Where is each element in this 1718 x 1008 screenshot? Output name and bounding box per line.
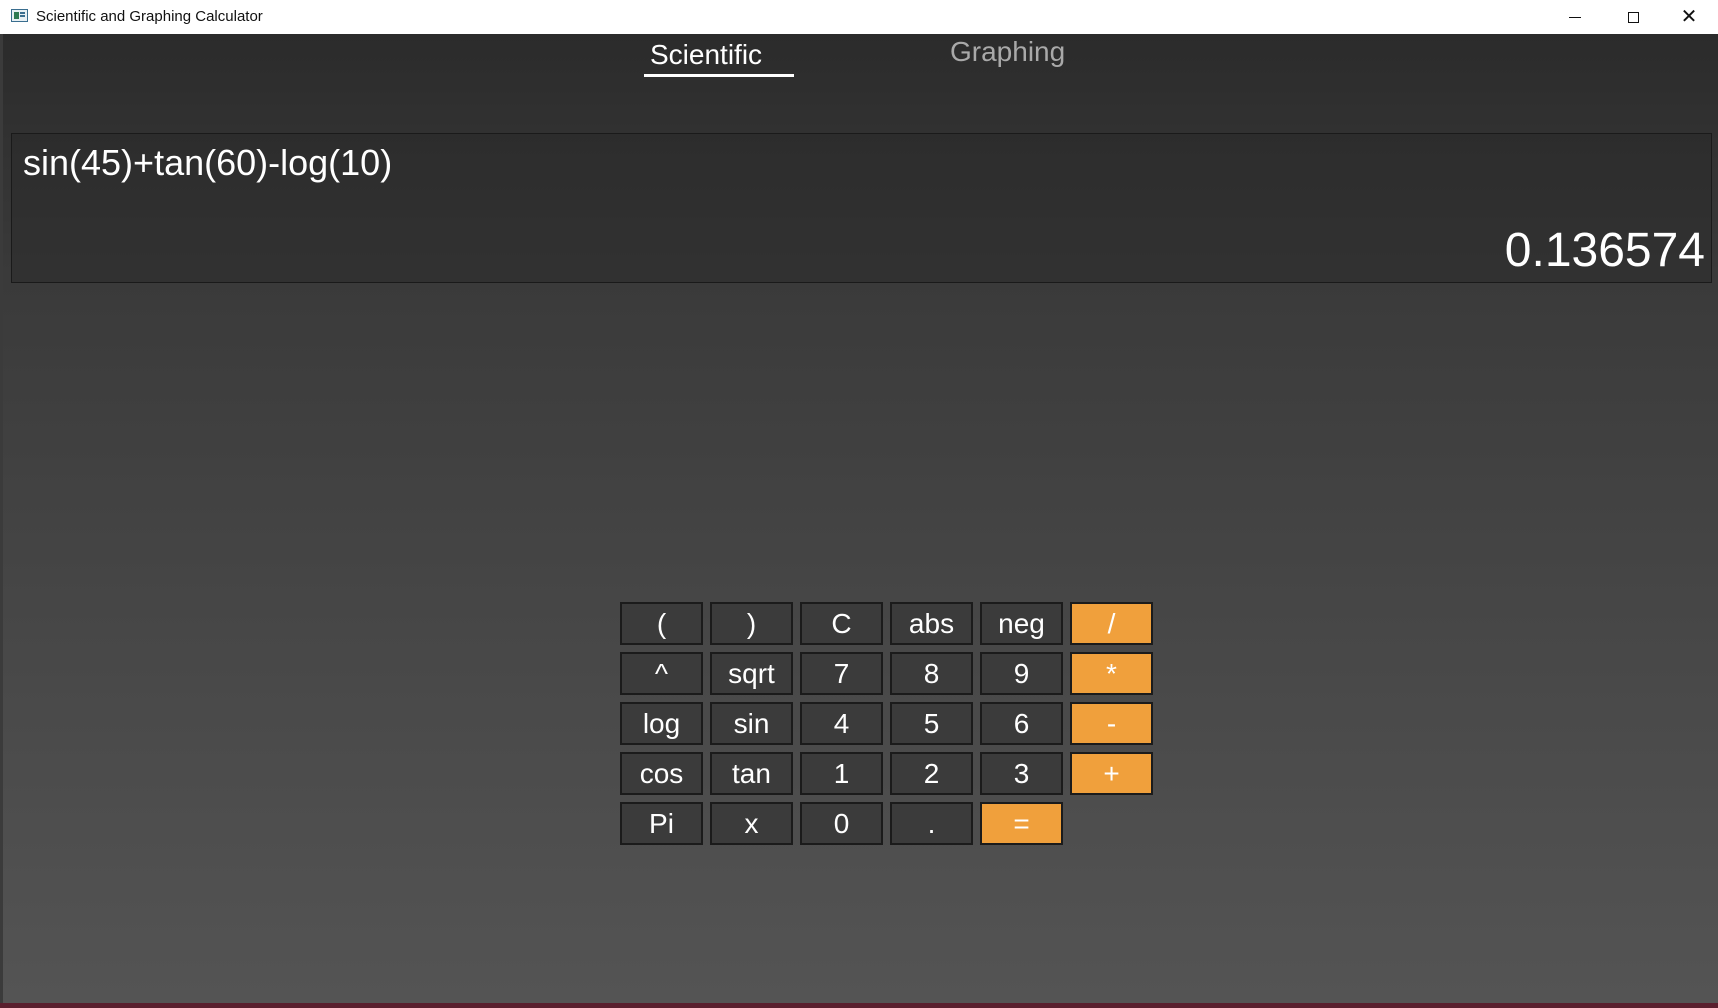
key-log[interactable]: log (620, 702, 703, 745)
key-7[interactable]: 7 (800, 652, 883, 695)
key-0[interactable]: 0 (800, 802, 883, 845)
key-neg[interactable]: neg (980, 602, 1063, 645)
window-title: Scientific and Graphing Calculator (36, 8, 263, 25)
tab-scientific[interactable]: Scientific (650, 39, 762, 71)
key-close-paren[interactable]: ) (710, 602, 793, 645)
key-tan[interactable]: tan (710, 752, 793, 795)
key-divide[interactable]: / (1070, 602, 1153, 645)
key-decimal[interactable]: . (890, 802, 973, 845)
key-power[interactable]: ^ (620, 652, 703, 695)
expression-text: sin(45)+tan(60)-log(10) (23, 142, 393, 183)
key-8[interactable]: 8 (890, 652, 973, 695)
maximize-button[interactable] (1604, 0, 1662, 34)
key-x[interactable]: x (710, 802, 793, 845)
title-bar: Scientific and Graphing Calculator ✕ (0, 0, 1718, 34)
key-6[interactable]: 6 (980, 702, 1063, 745)
calculator-content: Scientific Graphing sin(45)+tan(60)-log(… (3, 34, 1718, 1003)
calculator-display: sin(45)+tan(60)-log(10) 0.136574 (11, 133, 1712, 283)
key-add[interactable]: + (1070, 752, 1153, 795)
minimize-button[interactable] (1546, 0, 1604, 34)
key-abs[interactable]: abs (890, 602, 973, 645)
key-subtract[interactable]: - (1070, 702, 1153, 745)
key-5[interactable]: 5 (890, 702, 973, 745)
close-button[interactable]: ✕ (1660, 0, 1718, 34)
key-multiply[interactable]: * (1070, 652, 1153, 695)
minimize-icon (1569, 16, 1581, 18)
active-tab-underline (644, 74, 794, 77)
key-2[interactable]: 2 (890, 752, 973, 795)
tab-graphing[interactable]: Graphing (950, 36, 1065, 68)
key-equals[interactable]: = (980, 802, 1063, 845)
app-icon (11, 9, 28, 22)
close-icon: ✕ (1680, 6, 1698, 28)
window-bottom-edge (0, 1003, 1718, 1008)
maximize-icon (1627, 11, 1639, 23)
key-pi[interactable]: Pi (620, 802, 703, 845)
key-clear[interactable]: C (800, 602, 883, 645)
key-9[interactable]: 9 (980, 652, 1063, 695)
key-1[interactable]: 1 (800, 752, 883, 795)
key-open-paren[interactable]: ( (620, 602, 703, 645)
key-cos[interactable]: cos (620, 752, 703, 795)
key-sqrt[interactable]: sqrt (710, 652, 793, 695)
key-sin[interactable]: sin (710, 702, 793, 745)
key-4[interactable]: 4 (800, 702, 883, 745)
result-text: 0.136574 (1504, 224, 1705, 277)
key-3[interactable]: 3 (980, 752, 1063, 795)
